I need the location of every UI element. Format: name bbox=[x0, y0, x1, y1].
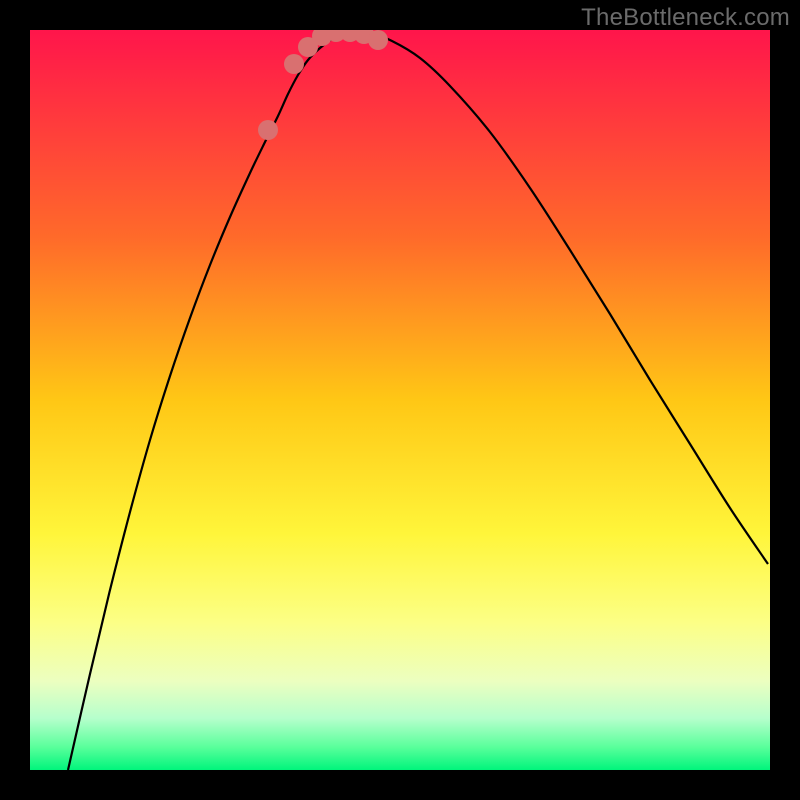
watermark-text: TheBottleneck.com bbox=[581, 4, 790, 32]
highlight-dot bbox=[284, 54, 304, 74]
highlight-dot bbox=[258, 120, 278, 140]
chart-svg bbox=[30, 30, 770, 770]
highlight-dot bbox=[368, 30, 388, 50]
chart-plot-area bbox=[30, 30, 770, 770]
bottleneck-curve bbox=[68, 32, 768, 770]
